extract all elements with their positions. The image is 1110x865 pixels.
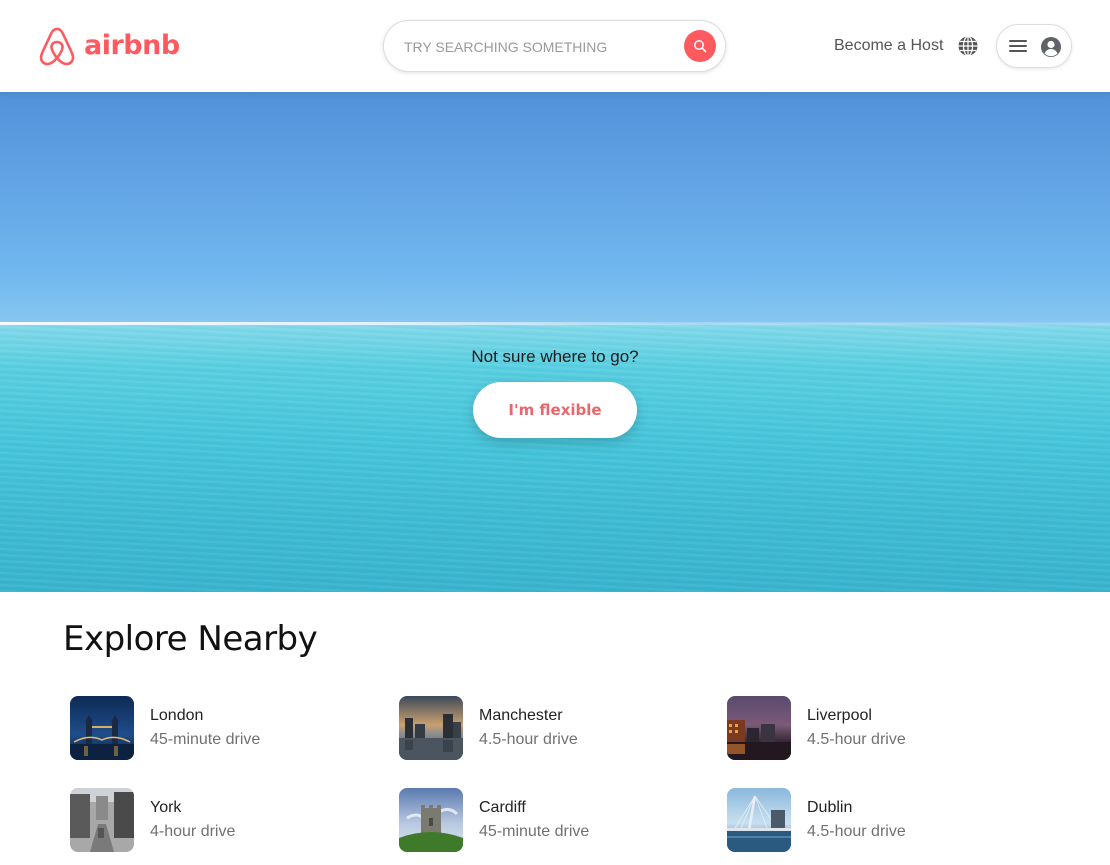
- place-name: Liverpool: [807, 707, 872, 724]
- cardiff-castle-keep-image: [399, 788, 463, 852]
- place-card-cardiff[interactable]: Cardiff 45-minute drive: [399, 788, 699, 852]
- user-avatar-icon: [1041, 37, 1061, 57]
- explore-nearby-title: Explore Nearby: [63, 619, 318, 659]
- place-distance: 45-minute drive: [479, 823, 590, 840]
- place-card-dublin[interactable]: Dublin 4.5-hour drive: [727, 788, 1027, 852]
- search-input[interactable]: [404, 34, 674, 60]
- brand-name: airbnb: [84, 30, 180, 61]
- search-button[interactable]: [684, 30, 716, 62]
- place-distance: 4.5-hour drive: [807, 823, 906, 840]
- liverpool-waterfront-dusk-image: [727, 696, 791, 760]
- globe-icon[interactable]: [957, 35, 979, 57]
- place-name: London: [150, 707, 204, 724]
- hamburger-menu-icon: [1009, 40, 1027, 52]
- york-street-image: [70, 788, 134, 852]
- place-card-london[interactable]: London 45-minute drive: [70, 696, 370, 760]
- york-thumbnail: [70, 788, 134, 852]
- hero-question: Not sure where to go?: [471, 347, 639, 366]
- london-tower-bridge-night-image: [70, 696, 134, 760]
- london-thumbnail: [70, 696, 134, 760]
- manchester-thumbnail: [399, 696, 463, 760]
- place-name: Cardiff: [479, 799, 526, 816]
- place-distance: 4.5-hour drive: [807, 731, 906, 748]
- top-header: airbnb Become a Host: [0, 0, 1110, 92]
- cardiff-thumbnail: [399, 788, 463, 852]
- airbnb-belo-icon: [39, 27, 75, 66]
- user-menu-button[interactable]: [996, 24, 1072, 68]
- hero-horizon: [0, 322, 1110, 325]
- place-card-york[interactable]: York 4-hour drive: [70, 788, 370, 852]
- become-a-host-link[interactable]: Become a Host: [834, 35, 943, 57]
- place-card-manchester[interactable]: Manchester 4.5-hour drive: [399, 696, 699, 760]
- place-distance: 4.5-hour drive: [479, 731, 578, 748]
- place-card-liverpool[interactable]: Liverpool 4.5-hour drive: [727, 696, 1027, 760]
- place-name: York: [150, 799, 182, 816]
- place-name: Manchester: [479, 707, 563, 724]
- search-icon: [694, 40, 707, 53]
- manchester-skyline-sunset-image: [399, 696, 463, 760]
- hero-banner: Not sure where to go? I'm flexible: [0, 92, 1110, 592]
- liverpool-thumbnail: [727, 696, 791, 760]
- place-name: Dublin: [807, 799, 853, 816]
- dublin-thumbnail: [727, 788, 791, 852]
- im-flexible-button[interactable]: I'm flexible: [473, 382, 637, 438]
- search-bar: [383, 20, 726, 72]
- airbnb-logo[interactable]: airbnb: [38, 26, 180, 66]
- place-distance: 4-hour drive: [150, 823, 236, 840]
- dublin-samuel-beckett-bridge-image: [727, 788, 791, 852]
- place-distance: 45-minute drive: [150, 731, 261, 748]
